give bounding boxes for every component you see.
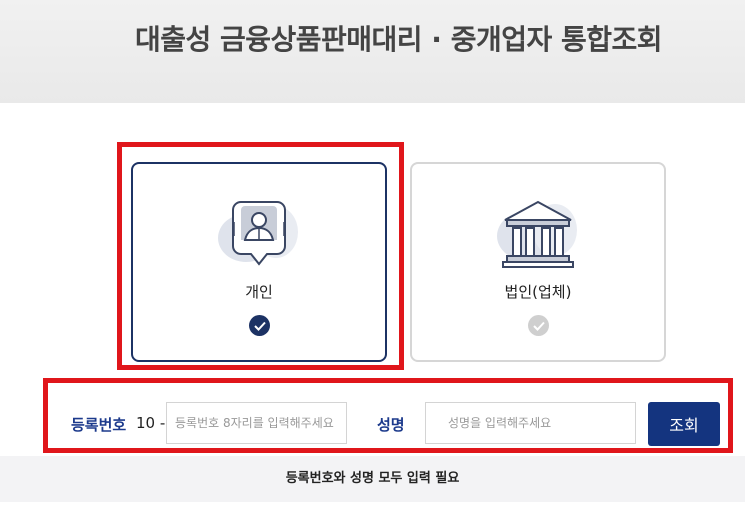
highlight-box-card bbox=[117, 142, 404, 370]
page-title: 대출성 금융상품판매대리 · 중개업자 통합조회 bbox=[134, 23, 663, 56]
highlight-box-form bbox=[43, 378, 733, 453]
notice-text: 등록번호와 성명 모두 입력 필요 bbox=[0, 456, 745, 502]
unselected-check-icon bbox=[528, 315, 549, 336]
page-header: 대출성 금융상품판매대리 · 중개업자 통합조회 bbox=[0, 0, 745, 103]
corporate-type-card[interactable]: 법인(업체) bbox=[410, 162, 666, 362]
bank-building-icon bbox=[493, 194, 583, 274]
corporate-card-label: 법인(업체) bbox=[504, 283, 572, 301]
